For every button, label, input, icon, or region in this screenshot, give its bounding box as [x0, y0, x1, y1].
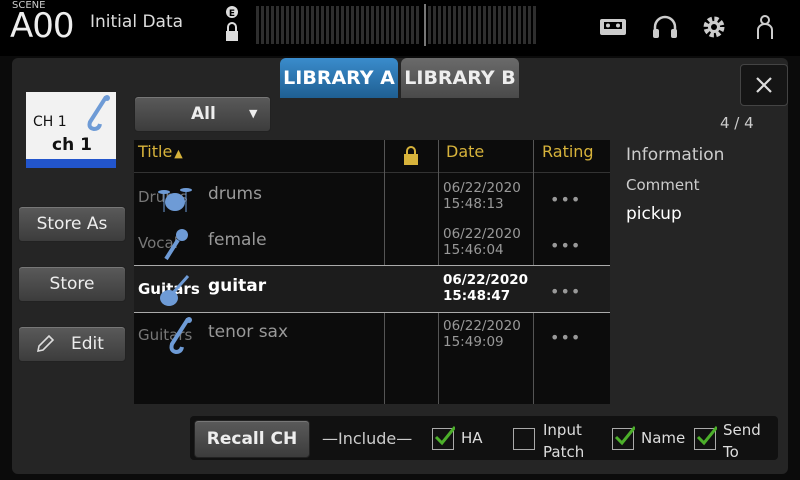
- edit-button[interactable]: Edit: [18, 326, 126, 362]
- row-date-day: 06/22/2020: [443, 180, 521, 196]
- table-row[interactable]: Vocal female 06/22/2020 15:46:04 •••: [134, 220, 610, 266]
- channel-thumbnail[interactable]: CH 1 ch 1: [26, 92, 116, 168]
- user-icon[interactable]: [750, 12, 780, 42]
- row-date-time: 15:49:09: [443, 334, 504, 350]
- microphone-icon: [164, 229, 188, 261]
- ha-checkbox[interactable]: [432, 426, 455, 450]
- include-text: Include: [338, 429, 397, 448]
- column-header-rating[interactable]: Rating: [542, 142, 594, 170]
- table-row[interactable]: Guitars tenor sax 06/22/2020 15:49:09 •••: [134, 312, 610, 358]
- ha-label: HA: [461, 429, 483, 447]
- drums-icon: [158, 188, 192, 212]
- column-header-date[interactable]: Date: [446, 142, 484, 170]
- information-heading: Information: [626, 145, 725, 165]
- table-row[interactable]: Drums drums 06/22/2020 15:48:13 •••: [134, 174, 610, 220]
- svg-text:E: E: [229, 9, 235, 19]
- checkmark-icon: [434, 426, 455, 446]
- send-to-label: Send To: [723, 419, 761, 463]
- input-patch-line1: Input: [543, 421, 582, 439]
- row-title: female: [208, 230, 267, 250]
- header-divider: [134, 172, 610, 173]
- item-count: 4 / 4: [720, 114, 754, 132]
- filter-value: All: [191, 104, 216, 124]
- send-to-line1: Send: [723, 421, 761, 439]
- rating-dots: •••: [550, 282, 582, 301]
- input-patch-label: Input Patch: [543, 419, 584, 463]
- close-button[interactable]: [740, 64, 788, 106]
- row-date-time: 15:48:47: [443, 288, 511, 304]
- level-meter-2: [428, 6, 538, 44]
- close-icon: [756, 77, 772, 93]
- comment-label: Comment: [626, 176, 700, 194]
- tab-library-a[interactable]: LIBRARY A: [280, 58, 398, 98]
- tab-library-b[interactable]: LIBRARY B: [401, 58, 519, 98]
- row-date: 06/22/2020 15:49:09: [443, 318, 521, 350]
- row-title: guitar: [208, 276, 267, 296]
- cassette-icon[interactable]: [598, 12, 628, 42]
- scene-name[interactable]: Initial Data: [90, 12, 183, 32]
- saxophone-icon: [87, 95, 110, 132]
- row-date-time: 15:48:13: [443, 196, 504, 212]
- column-header-title[interactable]: Title ▲: [138, 142, 183, 170]
- row-date-time: 15:46:04: [443, 242, 504, 258]
- row-title: drums: [208, 184, 262, 204]
- channel-label: CH 1: [33, 114, 67, 130]
- channel-name: ch 1: [52, 135, 92, 155]
- sort-ascending-icon: ▲: [174, 147, 183, 160]
- row-date: 06/22/2020 15:48:13: [443, 180, 521, 212]
- rating-dots: •••: [550, 236, 582, 255]
- row-date-day: 06/22/2020: [443, 318, 521, 334]
- gear-icon[interactable]: [699, 12, 729, 42]
- level-meter-1: [256, 6, 421, 44]
- store-as-button[interactable]: Store As: [18, 206, 126, 242]
- row-title: tenor sax: [208, 322, 289, 342]
- edit-label: Edit: [71, 334, 104, 354]
- headphones-icon[interactable]: [650, 12, 680, 42]
- meter-divider: [424, 4, 426, 46]
- send-to-line2: To: [723, 443, 739, 461]
- lock-column-icon[interactable]: [402, 144, 420, 166]
- chevron-down-icon: ▼: [249, 107, 258, 120]
- input-patch-checkbox[interactable]: [513, 428, 535, 450]
- name-label: Name: [641, 429, 686, 447]
- filter-dropdown[interactable]: All ▼: [134, 96, 271, 132]
- guitar-icon: [160, 275, 190, 306]
- channel-color-bar: [26, 159, 116, 168]
- name-checkbox[interactable]: [612, 426, 635, 450]
- pencil-icon: [36, 334, 55, 353]
- store-button[interactable]: Store: [18, 266, 126, 302]
- recall-ch-button[interactable]: Recall CH: [194, 420, 310, 458]
- rating-dots: •••: [550, 328, 582, 347]
- saxophone-icon: [169, 317, 192, 355]
- comment-value: pickup: [626, 204, 682, 224]
- input-patch-line2: Patch: [543, 443, 585, 461]
- table-row-selected[interactable]: Guitars guitar 06/22/2020 15:48:47 •••: [134, 265, 610, 313]
- include-label: —Include—: [322, 429, 413, 448]
- rating-dots: •••: [550, 190, 582, 209]
- checkmark-icon: [614, 426, 635, 446]
- lock-icon: E: [226, 6, 238, 41]
- send-to-checkbox[interactable]: [694, 426, 717, 450]
- row-date: 06/22/2020 15:48:47: [443, 272, 528, 304]
- title-header-label: Title: [138, 142, 173, 161]
- scene-number[interactable]: A00: [10, 6, 75, 46]
- row-date-day: 06/22/2020: [443, 272, 529, 288]
- row-date-day: 06/22/2020: [443, 226, 521, 242]
- row-date: 06/22/2020 15:46:04: [443, 226, 521, 258]
- checkmark-icon: [696, 426, 717, 446]
